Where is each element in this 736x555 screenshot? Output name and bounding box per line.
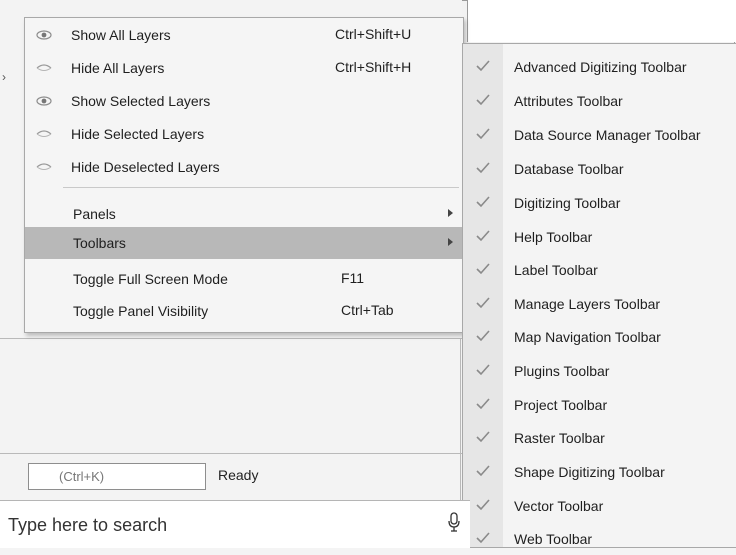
menu-item-toggle-full-screen[interactable]: Toggle Full Screen Mode F11 <box>25 263 463 295</box>
eye-closed-icon <box>35 159 53 175</box>
taskbar-search-box[interactable]: Type here to search <box>0 500 470 548</box>
submenu-item-label: Vector Toolbar <box>514 498 604 514</box>
eye-open-icon <box>35 27 53 43</box>
submenu-item-label: Attributes Toolbar <box>514 93 623 109</box>
menu-item-shortcut: Ctrl+Shift+U <box>335 26 412 42</box>
edge-mark: › <box>2 70 6 84</box>
submenu-item-label: Web Toolbar <box>514 531 593 547</box>
menu-item-hide-deselected-layers[interactable]: Hide Deselected Layers <box>25 151 463 183</box>
menu-separator <box>63 187 459 188</box>
menu-item-show-all-layers[interactable]: Show All Layers Ctrl+Shift+U <box>25 19 463 51</box>
view-menu: Show All Layers Ctrl+Shift+U Hide All La… <box>24 17 464 333</box>
submenu-item-label-toolbar[interactable]: Label Toolbar <box>463 253 735 286</box>
submenu-item-map-navigation-toolbar[interactable]: Map Navigation Toolbar <box>463 320 735 353</box>
microphone-icon[interactable] <box>446 511 462 535</box>
menu-item-label: Hide Selected Layers <box>71 126 205 142</box>
checkmark-icon <box>475 328 491 344</box>
chevron-right-icon <box>448 209 453 217</box>
chevron-right-icon <box>448 238 453 246</box>
submenu-item-label: Label Toolbar <box>514 262 598 278</box>
submenu-item-advanced-digitizing-toolbar[interactable]: Advanced Digitizing Toolbar <box>463 50 735 83</box>
submenu-item-attributes-toolbar[interactable]: Attributes Toolbar <box>463 84 735 117</box>
submenu-item-project-toolbar[interactable]: Project Toolbar <box>463 388 735 421</box>
right-panel-header <box>467 0 736 42</box>
pane-divider <box>0 453 462 454</box>
submenu-item-label: Project Toolbar <box>514 397 608 413</box>
submenu-item-label: Data Source Manager Toolbar <box>514 127 701 143</box>
menu-item-hide-selected-layers[interactable]: Hide Selected Layers <box>25 118 463 150</box>
submenu-item-raster-toolbar[interactable]: Raster Toolbar <box>463 421 735 454</box>
menu-item-toolbars[interactable]: Toolbars <box>25 227 463 259</box>
submenu-item-label: Raster Toolbar <box>514 430 605 446</box>
submenu-item-shape-digitizing-toolbar[interactable]: Shape Digitizing Toolbar <box>463 455 735 488</box>
eye-closed-icon <box>35 126 53 142</box>
menu-item-shortcut: Ctrl+Shift+H <box>335 59 412 75</box>
submenu-item-label: Shape Digitizing Toolbar <box>514 464 665 480</box>
checkmark-icon <box>475 362 491 378</box>
submenu-item-digitizing-toolbar[interactable]: Digitizing Toolbar <box>463 186 735 219</box>
menu-item-label: Show All Layers <box>71 27 171 43</box>
eye-open-icon <box>35 93 53 109</box>
menu-item-hide-all-layers[interactable]: Hide All Layers Ctrl+Shift+H <box>25 52 463 84</box>
locator-placeholder: (Ctrl+K) <box>59 469 105 484</box>
menu-item-label: Show Selected Layers <box>71 93 211 109</box>
submenu-item-plugins-toolbar[interactable]: Plugins Toolbar <box>463 354 735 387</box>
menu-item-label: Toolbars <box>73 235 126 251</box>
menu-item-show-selected-layers[interactable]: Show Selected Layers <box>25 85 463 117</box>
checkmark-icon <box>475 92 491 108</box>
eye-closed-icon <box>35 60 53 76</box>
pane-divider <box>0 338 462 339</box>
checkmark-icon <box>475 463 491 479</box>
submenu-item-label: Database Toolbar <box>514 161 624 177</box>
submenu-item-manage-layers-toolbar[interactable]: Manage Layers Toolbar <box>463 287 735 320</box>
locator-search-input[interactable]: (Ctrl+K) <box>28 463 206 490</box>
submenu-item-label: Digitizing Toolbar <box>514 195 621 211</box>
submenu-item-label: Map Navigation Toolbar <box>514 329 661 345</box>
submenu-item-data-source-manager-toolbar[interactable]: Data Source Manager Toolbar <box>463 118 735 151</box>
checkmark-icon <box>475 295 491 311</box>
checkmark-icon <box>475 160 491 176</box>
menu-item-label: Panels <box>73 206 116 222</box>
menu-item-label: Toggle Panel Visibility <box>73 303 209 319</box>
taskbar-search-placeholder: Type here to search <box>8 515 168 535</box>
checkmark-icon <box>475 429 491 445</box>
menu-item-label: Hide Deselected Layers <box>71 159 220 175</box>
checkmark-icon <box>475 497 491 513</box>
menu-item-shortcut: Ctrl+Tab <box>341 302 394 318</box>
checkmark-icon <box>475 261 491 277</box>
submenu-item-label: Plugins Toolbar <box>514 363 610 379</box>
status-text: Ready <box>218 467 259 483</box>
checkmark-icon <box>475 530 491 546</box>
submenu-item-label: Help Toolbar <box>514 229 593 245</box>
submenu-item-label: Advanced Digitizing Toolbar <box>514 59 687 75</box>
menu-item-shortcut: F11 <box>341 270 365 286</box>
menu-item-toggle-panel-visibility[interactable]: Toggle Panel Visibility Ctrl+Tab <box>25 295 463 327</box>
menu-item-label: Toggle Full Screen Mode <box>73 271 228 287</box>
submenu-item-vector-toolbar[interactable]: Vector Toolbar <box>463 489 735 522</box>
submenu-item-database-toolbar[interactable]: Database Toolbar <box>463 152 735 185</box>
submenu-item-label: Manage Layers Toolbar <box>514 296 661 312</box>
submenu-item-help-toolbar[interactable]: Help Toolbar <box>463 220 735 253</box>
checkmark-icon <box>475 58 491 74</box>
menu-item-panels[interactable]: Panels <box>25 198 463 230</box>
checkmark-icon <box>475 396 491 412</box>
checkmark-icon <box>475 228 491 244</box>
checkmark-icon <box>475 194 491 210</box>
checkmark-icon <box>475 126 491 142</box>
menu-item-label: Hide All Layers <box>71 60 165 76</box>
submenu-item-web-toolbar[interactable]: Web Toolbar <box>463 522 735 555</box>
toolbars-submenu: Advanced Digitizing Toolbar Attributes To… <box>462 43 736 548</box>
